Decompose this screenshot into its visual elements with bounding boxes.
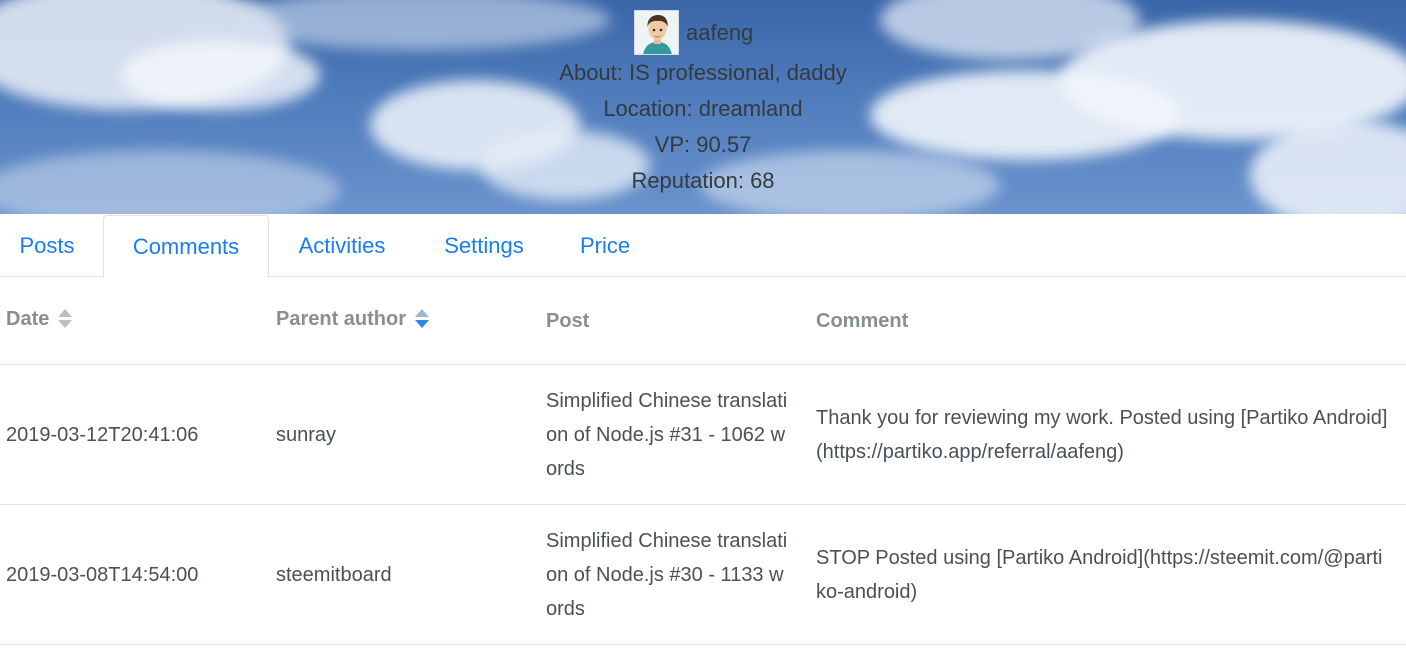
- profile-about: About: IS professional, daddy: [559, 60, 847, 85]
- profile-reputation: Reputation: 68: [631, 168, 775, 193]
- tab-price[interactable]: Price: [566, 215, 644, 277]
- cell-parent-author: sunray: [276, 423, 337, 446]
- cell-comment: Thank you for reviewing my work. Posted …: [816, 406, 1388, 463]
- user-row: aafeng: [634, 10, 753, 55]
- tab-bar: Posts Comments Activities Settings Price: [0, 214, 1406, 278]
- column-header-label: Parent author: [276, 307, 407, 330]
- comments-table: Date Parent author Post Comment 2019-03-…: [0, 277, 1406, 645]
- column-header-label: Post: [546, 309, 590, 332]
- column-header-label: Comment: [816, 309, 909, 332]
- table-row: 2019-03-08T14:54:00 steemitboard Simplif…: [0, 505, 1406, 645]
- avatar-face-icon: [635, 11, 678, 54]
- tab-posts[interactable]: Posts: [0, 215, 94, 277]
- cell-comment: STOP Posted using [Partiko Android](http…: [816, 546, 1383, 603]
- username: aafeng: [686, 19, 754, 45]
- profile-vp: VP: 90.57: [654, 132, 752, 157]
- column-header-parent-author[interactable]: Parent author: [276, 275, 536, 363]
- table-header: Date Parent author Post Comment: [0, 277, 1406, 365]
- cell-date: 2019-03-08T14:54:00: [6, 563, 199, 586]
- tab-settings[interactable]: Settings: [425, 215, 543, 277]
- column-header-comment: Comment: [816, 277, 1396, 365]
- tab-activities[interactable]: Activities: [280, 215, 404, 277]
- cell-parent-author: steemitboard: [276, 563, 392, 586]
- sort-icon[interactable]: [57, 308, 73, 330]
- profile-banner: aafeng About: IS professional, daddy Loc…: [0, 0, 1406, 214]
- cell-post: Simplified Chinese translation of Node.j…: [546, 529, 788, 620]
- avatar[interactable]: [634, 10, 679, 55]
- column-header-date[interactable]: Date: [6, 275, 256, 363]
- cell-post: Simplified Chinese translation of Node.j…: [546, 389, 788, 480]
- profile-location: Location: dreamland: [603, 96, 803, 121]
- cell-date: 2019-03-12T20:41:06: [6, 423, 199, 446]
- column-header-label: Date: [6, 307, 50, 330]
- table-row: 2019-03-12T20:41:06 sunray Simplified Ch…: [0, 365, 1406, 505]
- tab-comments[interactable]: Comments: [103, 215, 269, 278]
- column-header-post: Post: [546, 277, 796, 365]
- sort-desc-icon[interactable]: [414, 308, 430, 330]
